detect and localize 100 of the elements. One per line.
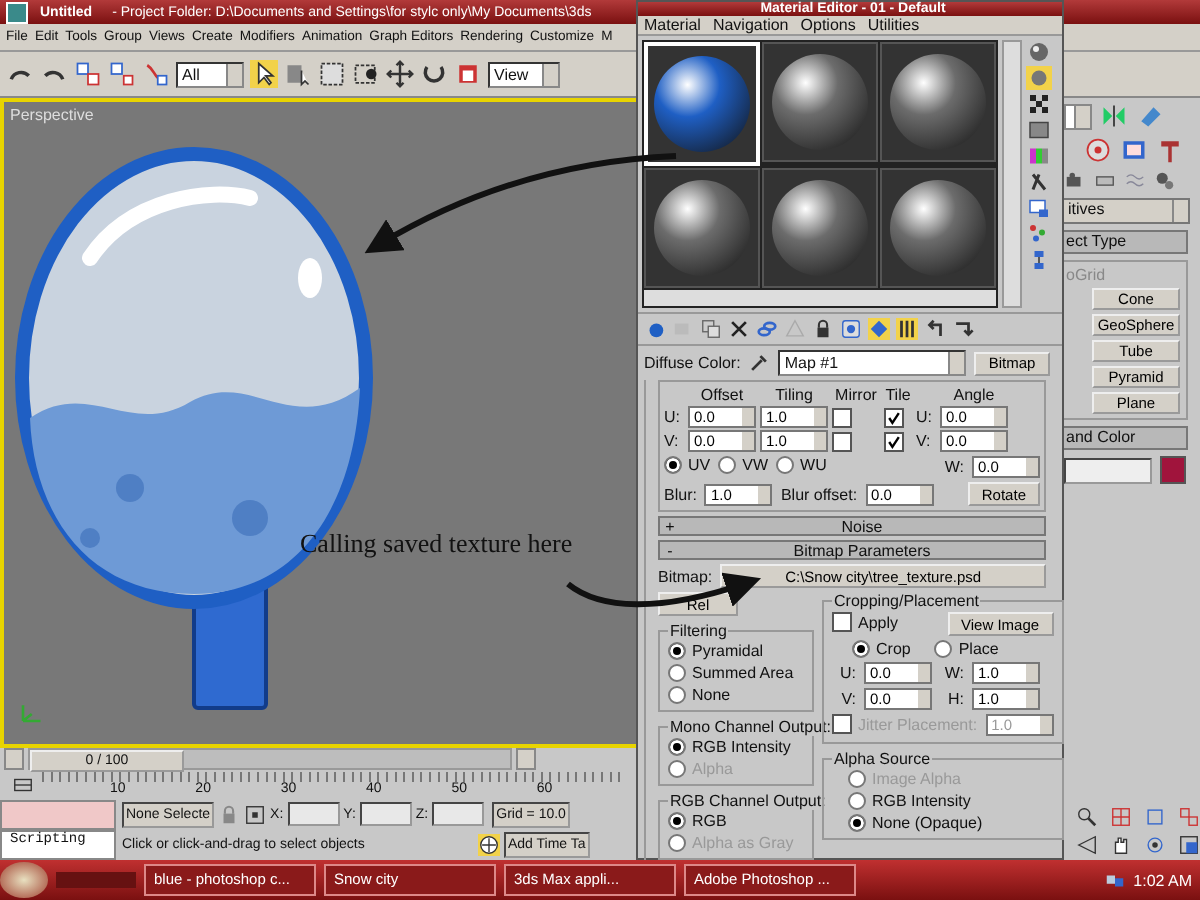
region-select-icon[interactable] [318, 60, 346, 88]
zoom-icon[interactable] [1076, 806, 1098, 828]
sample-slot[interactable] [762, 42, 878, 162]
rollout-toggle[interactable]: - [660, 541, 680, 559]
radio-button[interactable]: Crop [852, 640, 911, 658]
quick-launch-bar [56, 872, 136, 888]
padlock-icon[interactable] [812, 318, 834, 340]
go-to-parent-icon[interactable] [924, 318, 946, 340]
time-tag-icon[interactable] [478, 833, 500, 855]
diffuse-color-label: Diffuse Color: [644, 354, 741, 372]
crop-field-label: W: [942, 664, 964, 682]
options-icon[interactable] [1026, 170, 1052, 194]
radio-button[interactable]: None (Opaque) [832, 814, 983, 832]
go-forward-icon[interactable] [952, 318, 974, 340]
window-crossing-icon[interactable] [352, 60, 380, 88]
radio-button[interactable]: RGB Intensity [832, 792, 971, 810]
field-of-view-icon[interactable] [1076, 834, 1098, 856]
autogrid-label: oGrid [1064, 266, 1106, 284]
menu-item[interactable]: Utilities [867, 16, 920, 34]
menu-item[interactable]: Options [800, 16, 856, 34]
cursor-icon[interactable] [250, 60, 278, 88]
category-dropdown[interactable]: itives [1060, 198, 1190, 224]
get-material-icon[interactable] [644, 318, 666, 340]
color-bars-icon[interactable] [1026, 144, 1052, 168]
menu-item[interactable]: Material [644, 16, 701, 34]
orbit-icon[interactable] [1144, 834, 1166, 856]
dropdown-arrow-button[interactable] [1064, 103, 1092, 129]
apply-checkbox[interactable]: Apply [832, 612, 899, 632]
sample-slot[interactable] [644, 168, 760, 288]
move-icon[interactable] [386, 60, 414, 88]
listener-field[interactable] [0, 800, 116, 830]
square-icon[interactable] [1026, 118, 1052, 142]
vertical-scrollbar[interactable] [1002, 40, 1022, 308]
tile-checkbox[interactable] [884, 431, 904, 451]
material-id-icon[interactable] [840, 318, 862, 340]
reference-coordinate-dropdown[interactable]: View [488, 61, 560, 87]
checker-icon[interactable] [1026, 92, 1052, 116]
motion-tab-icon[interactable] [1084, 136, 1112, 164]
rotate-icon[interactable] [420, 60, 448, 88]
radio-button[interactable]: Summed Area [668, 664, 794, 682]
zoom-extents-all-icon[interactable] [1178, 806, 1200, 828]
menu-item[interactable]: Navigation [712, 16, 789, 34]
app-icon [6, 1, 28, 23]
sample-slot[interactable] [762, 168, 878, 288]
hammer-icon[interactable] [1156, 136, 1184, 164]
helper-icon[interactable] [1094, 170, 1116, 192]
blur-offset-label: Blur offset: [780, 485, 858, 503]
radio-button[interactable]: WU [776, 456, 827, 474]
show-map-icon[interactable] [868, 318, 890, 340]
y-coordinate-field[interactable] [359, 802, 412, 826]
show-end-result-icon[interactable] [896, 318, 918, 340]
close-icon[interactable] [728, 318, 750, 340]
mirror-checkbox[interactable] [832, 431, 852, 451]
bind-icon[interactable] [142, 60, 170, 88]
angle-axis-label: V: [916, 432, 931, 450]
rollout-title: Noise [839, 517, 885, 535]
scale-icon[interactable] [454, 60, 482, 88]
radio-button[interactable]: RGB [668, 812, 727, 830]
curve-editor-icon[interactable] [12, 774, 34, 796]
eyedropper-icon[interactable] [748, 352, 771, 374]
assign-material-icon[interactable] [700, 318, 722, 340]
group-title: Alpha Source [832, 750, 933, 768]
unlink-icon[interactable] [108, 60, 136, 88]
name-field[interactable] [1064, 457, 1152, 483]
map-name-dropdown[interactable]: Map #1 [778, 350, 967, 376]
rollout-header[interactable]: + Noise [658, 516, 1046, 536]
radio-button[interactable]: None [668, 686, 731, 704]
gears-icon[interactable] [1154, 170, 1176, 192]
radio-button[interactable]: UV [664, 456, 711, 474]
maximize-viewport-icon[interactable] [1178, 834, 1200, 856]
start-button[interactable] [0, 862, 48, 898]
video-check-icon[interactable] [1026, 196, 1052, 220]
mirror-icon[interactable] [1100, 102, 1128, 130]
absolute-mode-icon[interactable] [244, 803, 267, 825]
sample-slot[interactable] [880, 42, 996, 162]
link-icon[interactable] [74, 60, 102, 88]
hand-icon[interactable] [1110, 834, 1132, 856]
crop-field-label: U: [838, 664, 856, 682]
tile-checkbox[interactable] [884, 407, 904, 427]
sphere-icon[interactable] [1026, 40, 1052, 64]
select-by-name-icon[interactable] [284, 60, 312, 88]
radio-button[interactable]: Place [934, 640, 999, 658]
rollout-header[interactable]: and Color [1060, 426, 1188, 450]
rollout-toggle[interactable]: + [660, 517, 680, 535]
horizontal-scrollbar[interactable] [644, 290, 996, 306]
rollout-header[interactable]: - Bitmap Parameters [658, 540, 1046, 560]
clock: 1:02 AM [1133, 871, 1192, 889]
x-coordinate-field[interactable] [287, 802, 340, 826]
camera-icon[interactable] [1064, 170, 1086, 192]
color-swatch[interactable] [1160, 456, 1186, 484]
z-coordinate-field[interactable] [432, 802, 485, 826]
bitmap-label: Bitmap: [658, 567, 713, 585]
mirror-checkbox[interactable] [832, 407, 852, 427]
radio-button[interactable]: Pyramidal [668, 642, 764, 660]
display-tab-icon[interactable] [1120, 136, 1148, 164]
selection-filter-dropdown[interactable]: All [176, 61, 244, 87]
sample-slot[interactable] [880, 168, 996, 288]
axis-tripod-icon [16, 700, 44, 728]
radio-button[interactable]: VW [718, 456, 769, 474]
rollout-header[interactable]: ect Type [1060, 230, 1188, 254]
